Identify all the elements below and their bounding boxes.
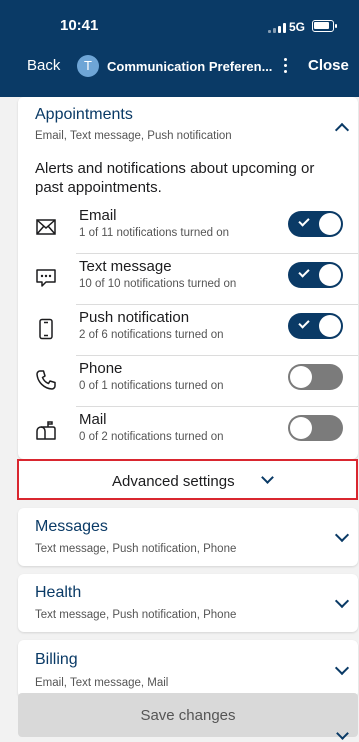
back-button[interactable]: Back <box>27 57 60 74</box>
channel-name: Text message <box>79 258 172 275</box>
section-title: Billing <box>35 651 78 668</box>
channel-count: 2 of 6 notifications turned on <box>79 329 224 341</box>
toggle-knob <box>290 366 312 388</box>
close-button[interactable]: Close <box>308 57 349 74</box>
signal-icon <box>268 23 286 33</box>
channel-name: Email <box>79 207 117 224</box>
toggle-knob <box>290 417 312 439</box>
phone-handset-icon <box>36 370 56 390</box>
chevron-down-icon <box>261 471 274 484</box>
chat-bubble-icon <box>36 269 56 287</box>
channel-row-push-notification: Push notification 2 of 6 notifications t… <box>18 305 358 356</box>
more-options-icon[interactable] <box>284 58 288 76</box>
email-toggle[interactable] <box>288 211 343 237</box>
section-title: Messages <box>35 518 108 535</box>
page-title: Communication Preferen... <box>107 59 273 74</box>
network-label: 5G <box>289 20 306 34</box>
advanced-settings-button[interactable]: Advanced settings <box>17 459 358 500</box>
phone-toggle[interactable] <box>288 364 343 390</box>
save-changes-button[interactable]: Save changes <box>18 693 358 737</box>
channel-row-email: Email 1 of 11 notifications turned on <box>18 203 358 254</box>
envelope-icon <box>36 219 56 235</box>
check-icon <box>298 215 310 227</box>
chevron-down-icon[interactable] <box>334 593 350 609</box>
toggle-knob <box>319 264 341 286</box>
appointments-subtitle: Email, Text message, Push notification <box>35 130 232 142</box>
channel-row-phone: Phone 0 of 1 notifications turned on <box>18 356 358 407</box>
channel-row-mail: Mail 0 of 2 notifications turned on <box>18 407 358 458</box>
appointments-description: Alerts and notifications about upcoming … <box>35 160 315 196</box>
save-changes-label: Save changes <box>140 707 236 724</box>
battery-icon <box>312 20 337 32</box>
section-subtitle: Text message, Push notification, Phone <box>35 609 237 621</box>
section-title: Health <box>35 584 82 601</box>
channel-name: Phone <box>79 360 123 377</box>
appointments-title: Appointments <box>35 106 133 123</box>
channel-count: 1 of 11 notifications turned on <box>79 227 230 239</box>
advanced-settings-label: Advanced settings <box>112 473 235 490</box>
app-header: 10:41 5G Back T Communication Preferen..… <box>0 0 359 97</box>
push-notification-toggle[interactable] <box>288 313 343 339</box>
channel-count: 0 of 2 notifications turned on <box>79 431 224 443</box>
mail-toggle[interactable] <box>288 415 343 441</box>
chevron-up-icon[interactable] <box>334 122 350 138</box>
channel-row-text-message: Text message 10 of 10 notifications turn… <box>18 254 358 305</box>
check-icon <box>298 266 310 278</box>
section-subtitle: Text message, Push notification, Phone <box>35 543 237 555</box>
appointments-card: Appointments Email, Text message, Push n… <box>18 97 358 459</box>
check-icon <box>298 317 310 329</box>
messages-section[interactable]: Messages Text message, Push notification… <box>18 508 358 566</box>
mailbox-icon <box>36 421 56 440</box>
chevron-down-icon[interactable] <box>334 660 350 676</box>
chevron-down-icon[interactable] <box>334 527 350 543</box>
mobile-phone-icon <box>39 318 53 340</box>
navigation-bar: Back T Communication Preferen... Close <box>0 52 359 97</box>
channel-count: 10 of 10 notifications turned on <box>79 278 237 290</box>
channel-name: Mail <box>79 411 107 428</box>
billing-section[interactable]: Billing Email, Text message, Mail <box>18 640 358 698</box>
avatar: T <box>77 55 99 77</box>
channel-name: Push notification <box>79 309 190 326</box>
channel-count: 0 of 1 notifications turned on <box>79 380 224 392</box>
toggle-knob <box>319 213 341 235</box>
health-section[interactable]: Health Text message, Push notification, … <box>18 574 358 632</box>
section-subtitle: Email, Text message, Mail <box>35 677 169 689</box>
text-message-toggle[interactable] <box>288 262 343 288</box>
status-bar: 10:41 5G <box>0 0 359 52</box>
toggle-knob <box>319 315 341 337</box>
status-time: 10:41 <box>60 17 99 34</box>
